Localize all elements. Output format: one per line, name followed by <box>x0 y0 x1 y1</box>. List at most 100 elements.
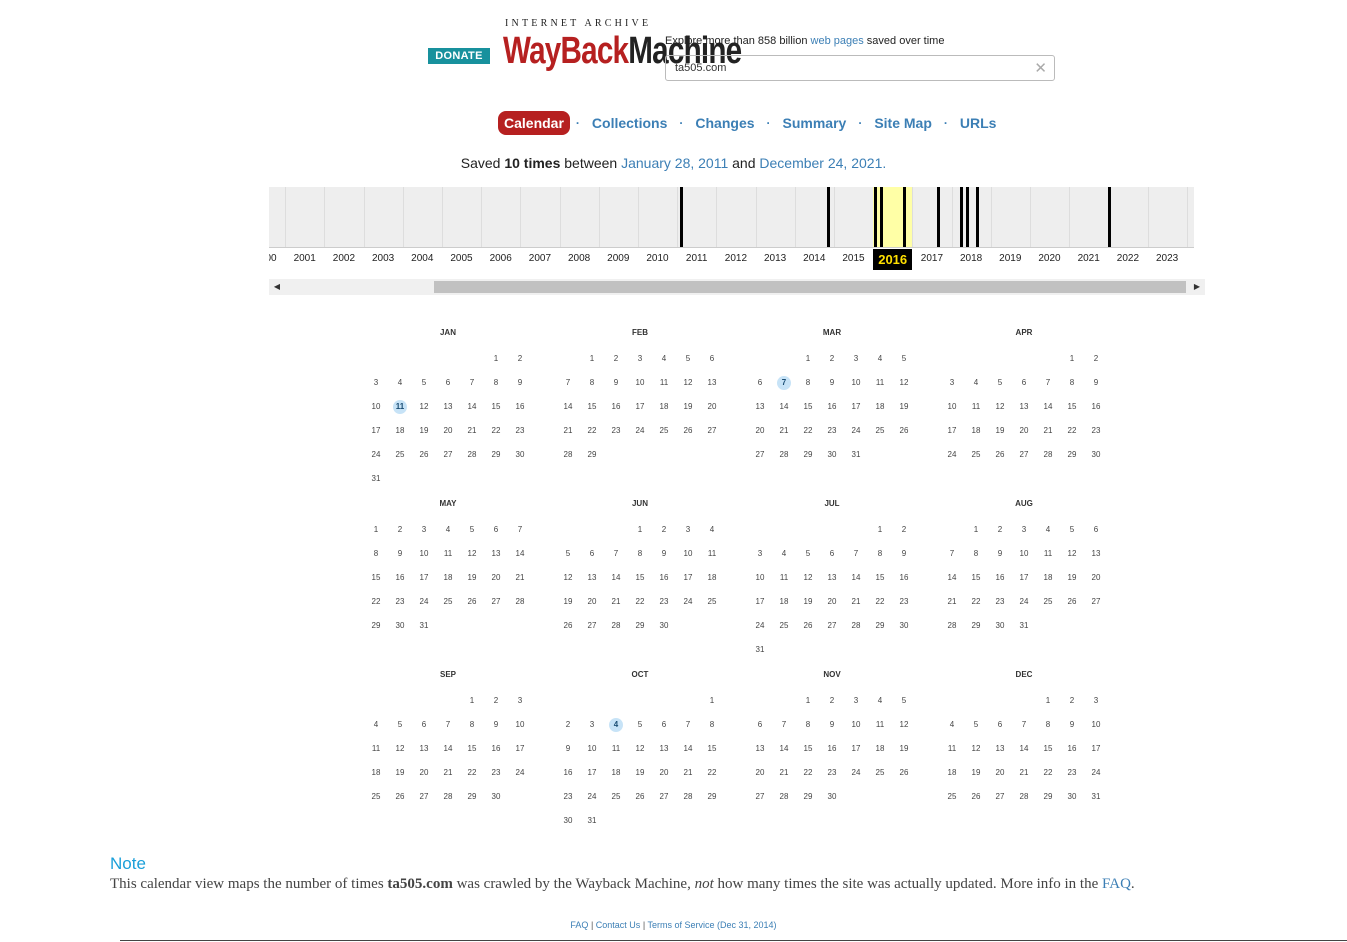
capture-bar[interactable] <box>874 187 878 247</box>
donate-button[interactable]: DONATE <box>428 48 490 64</box>
capture-bar[interactable] <box>976 187 980 247</box>
scroll-left-icon[interactable]: ◀ <box>269 279 285 295</box>
year-label-2022[interactable]: 2022 <box>1108 249 1147 269</box>
year-label-2013[interactable]: 2013 <box>756 249 795 269</box>
calendar-day: 7 <box>685 720 691 729</box>
month-name: AUG <box>1015 499 1033 508</box>
calendar-day: 27 <box>443 450 453 459</box>
captured-day[interactable]: 11 <box>393 400 407 414</box>
year-label-2000[interactable]: 2000 <box>269 249 285 269</box>
calendar-day: 19 <box>995 426 1005 435</box>
year-label-2001[interactable]: 2001 <box>285 249 324 269</box>
year-label-2006[interactable]: 2006 <box>481 249 520 269</box>
calendar-day: 6 <box>1021 378 1027 387</box>
captured-day[interactable]: 4 <box>609 718 623 732</box>
year-label-2020[interactable]: 2020 <box>1030 249 1069 269</box>
calendar-day: 11 <box>707 549 717 558</box>
year-label-2007[interactable]: 2007 <box>520 249 559 269</box>
calendar-day: 13 <box>443 402 453 411</box>
footer-faq-link[interactable]: FAQ <box>570 920 588 930</box>
calendar-day: 2 <box>997 525 1003 534</box>
calendar-day: 1 <box>469 696 475 705</box>
calendar-day: 3 <box>757 549 763 558</box>
month-name: JAN <box>439 328 456 337</box>
year-label-2016[interactable]: 2016 <box>873 249 913 270</box>
capture-bar[interactable] <box>680 187 684 247</box>
timeline-scrollbar[interactable]: ◀ ▶ <box>269 279 1205 295</box>
year-label-2009[interactable]: 2009 <box>599 249 638 269</box>
calendar-day: 21 <box>563 426 573 435</box>
year-label-2021[interactable]: 2021 <box>1069 249 1108 269</box>
calendar-day: 13 <box>419 744 429 753</box>
calendar-day: 26 <box>971 792 981 801</box>
sparkline-baseline <box>269 247 1194 248</box>
year-label-2012[interactable]: 2012 <box>716 249 755 269</box>
capture-bar[interactable] <box>959 187 963 247</box>
last-capture-link[interactable]: December 24, 2021. <box>759 155 886 171</box>
calendar-day: 23 <box>563 792 573 801</box>
capture-bar[interactable] <box>1107 187 1111 247</box>
calendar-day: 15 <box>707 744 717 753</box>
note-faq-link[interactable]: FAQ <box>1102 876 1131 892</box>
calendar-day: 24 <box>755 621 765 630</box>
year-gridline <box>1147 187 1149 247</box>
scrollbar-thumb[interactable] <box>434 281 1186 293</box>
year-label-2019[interactable]: 2019 <box>991 249 1030 269</box>
calendar-day: 14 <box>467 402 477 411</box>
calendar-day: 2 <box>829 354 835 363</box>
calendar-day: 15 <box>803 744 813 753</box>
scroll-right-icon[interactable]: ▶ <box>1189 279 1205 295</box>
month-name: JUL <box>824 499 840 508</box>
capture-bar[interactable] <box>936 187 940 247</box>
footer-terms-link[interactable]: Terms of Service (Dec 31, 2014) <box>648 920 777 930</box>
footer-sep: | <box>640 920 648 930</box>
calendar-day: 2 <box>661 525 667 534</box>
year-label-2014[interactable]: 2014 <box>795 249 834 269</box>
year-label-2008[interactable]: 2008 <box>560 249 599 269</box>
calendar-day: 1 <box>805 696 811 705</box>
calendar-day: 30 <box>995 621 1005 630</box>
first-capture-link[interactable]: January 28, 2011 <box>621 155 728 171</box>
capture-bar[interactable] <box>902 187 906 247</box>
year-label-2011[interactable]: 2011 <box>677 249 716 269</box>
tab-calendar[interactable]: Calendar <box>498 111 570 135</box>
year-label-2004[interactable]: 2004 <box>403 249 442 269</box>
captured-day[interactable]: 7 <box>777 376 791 390</box>
year-label-2005[interactable]: 2005 <box>442 249 481 269</box>
tab-collections[interactable]: Collections <box>586 115 673 131</box>
year-label-2023[interactable]: 2023 <box>1148 249 1187 269</box>
calendar-day: 31 <box>419 621 429 630</box>
web-pages-link[interactable]: web pages <box>811 35 864 47</box>
tab-site-map[interactable]: Site Map <box>868 115 938 131</box>
saved-summary: Saved 10 times between January 28, 2011 … <box>0 155 1347 171</box>
capture-bar[interactable] <box>966 187 970 247</box>
year-label-2003[interactable]: 2003 <box>364 249 403 269</box>
year-label-2002[interactable]: 2002 <box>324 249 363 269</box>
tab-changes[interactable]: Changes <box>689 115 760 131</box>
year-label-2017[interactable]: 2017 <box>912 249 951 269</box>
calendar-day: 18 <box>875 402 885 411</box>
calendar-day: 12 <box>395 744 405 753</box>
calendar-day: 13 <box>587 573 597 582</box>
url-search-input[interactable] <box>675 62 1015 74</box>
calendar-day: 21 <box>443 768 453 777</box>
footer-contact-link[interactable]: Contact Us <box>596 920 641 930</box>
capture-bar[interactable] <box>827 187 831 247</box>
capture-sparkline[interactable] <box>269 187 1194 247</box>
calendar-day: 6 <box>493 525 499 534</box>
calendar-day: 27 <box>587 621 597 630</box>
calendar-day: 23 <box>1091 426 1101 435</box>
year-label-2018[interactable]: 2018 <box>952 249 991 269</box>
footer-divider <box>120 940 1347 941</box>
calendar-day: 6 <box>997 720 1003 729</box>
calendar-day: 10 <box>419 549 429 558</box>
year-gridline <box>834 187 835 247</box>
tab-summary[interactable]: Summary <box>777 115 853 131</box>
note-text-3: how many times the site was actually upd… <box>713 876 1103 892</box>
year-gridline <box>1069 187 1071 247</box>
year-label-2015[interactable]: 2015 <box>834 249 873 269</box>
tab-urls[interactable]: URLs <box>954 115 1003 131</box>
year-label-2010[interactable]: 2010 <box>638 249 677 269</box>
capture-bar[interactable] <box>880 187 884 247</box>
close-icon[interactable]: ✕ <box>1034 59 1047 77</box>
